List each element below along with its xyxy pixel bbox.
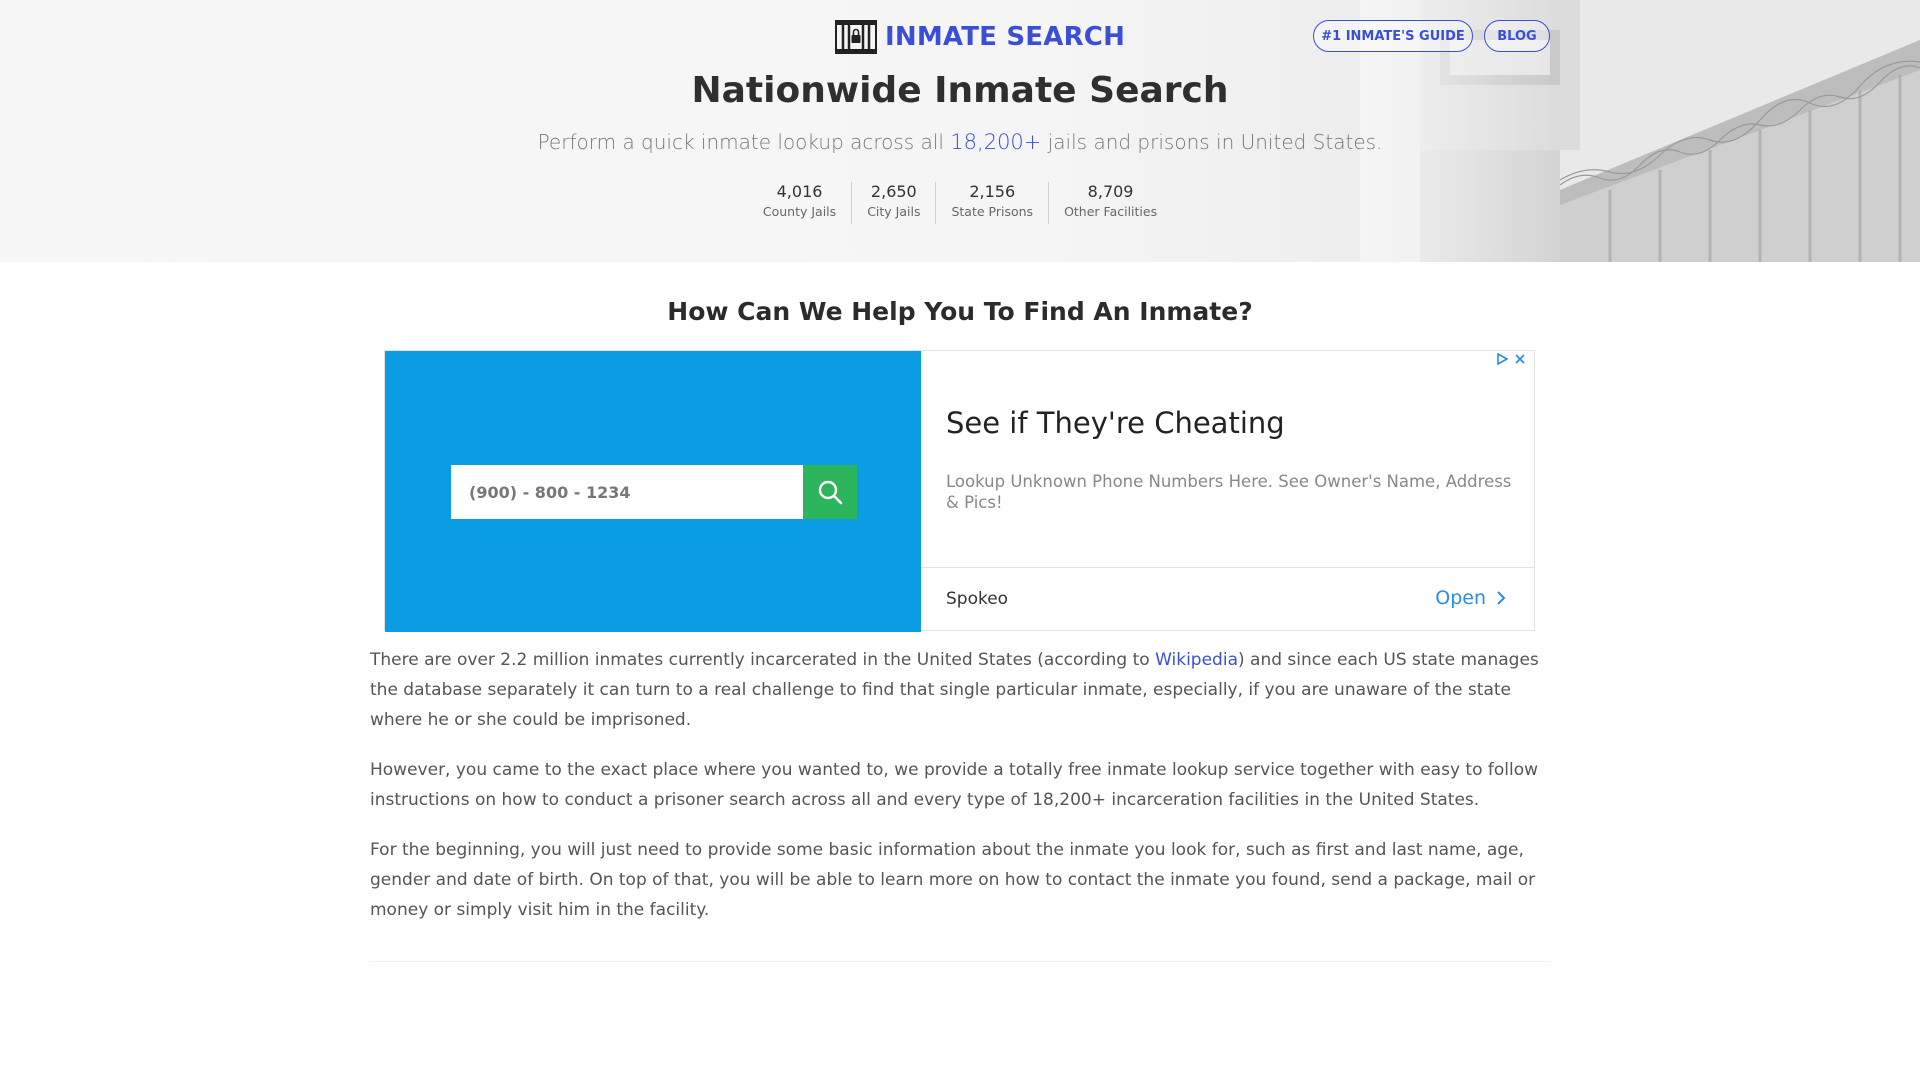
- prison-bars-icon: [835, 20, 877, 54]
- nav-inmates-guide-button[interactable]: #1 INMATE'S GUIDE: [1313, 20, 1473, 52]
- stat-city-jails: 2,650 City Jails: [852, 182, 937, 224]
- stat-label: City Jails: [867, 204, 921, 219]
- intro-content: There are over 2.2 million inmates curre…: [370, 645, 1550, 945]
- ad-choices[interactable]: [1496, 353, 1526, 365]
- facility-count-highlight: 18,200+: [950, 130, 1042, 154]
- chevron-right-icon: [1497, 591, 1506, 605]
- ad-open-label: Open: [1435, 587, 1486, 609]
- hero-subtitle: Perform a quick inmate lookup across all…: [0, 130, 1920, 154]
- paragraph: For the beginning, you will just need to…: [370, 840, 1536, 920]
- divider: [370, 961, 1550, 962]
- ad-body-text: Lookup Unknown Phone Numbers Here. See O…: [946, 472, 1512, 512]
- ad-image-panel[interactable]: (900) - 800 - 1234: [385, 351, 921, 632]
- stat-value: 4,016: [776, 182, 823, 201]
- stat-value: 2,650: [870, 182, 917, 201]
- close-icon[interactable]: [1514, 353, 1526, 365]
- hero-banner: INMATE SEARCH #1 INMATE'S GUIDE BLOG Nat…: [0, 0, 1920, 262]
- section-title: How Can We Help You To Find An Inmate?: [667, 297, 1253, 326]
- ad-advertiser-name: Spokeo: [946, 589, 1009, 609]
- ad-divider: [921, 567, 1534, 568]
- ad-phone-input[interactable]: (900) - 800 - 1234: [451, 465, 803, 519]
- nav-blog-button[interactable]: BLOG: [1484, 20, 1550, 52]
- subtitle-text: Perform a quick inmate lookup across all: [537, 130, 951, 154]
- paragraph: There are over 2.2 million inmates curre…: [370, 645, 1550, 735]
- subtitle-text-end: jails and prisons in United States.: [1041, 130, 1383, 154]
- page-title: Nationwide Inmate Search: [691, 70, 1229, 111]
- paragraph-text: There are over 2.2 million inmates curre…: [370, 650, 1156, 670]
- stat-label: State Prisons: [951, 204, 1034, 219]
- stat-state-prisons: 2,156 State Prisons: [936, 182, 1050, 224]
- advertisement[interactable]: (900) - 800 - 1234 See if They're Cheati…: [384, 350, 1535, 632]
- stat-other-facilities: 8,709 Other Facilities: [1049, 182, 1172, 224]
- ad-search-button[interactable]: [803, 465, 857, 519]
- stat-value: 8,709: [1087, 182, 1134, 201]
- paragraph: However, you came to the exact place whe…: [370, 760, 1539, 810]
- ad-choices-icon[interactable]: [1496, 353, 1508, 365]
- site-logo[interactable]: INMATE SEARCH: [835, 20, 1125, 54]
- stat-value: 2,156: [969, 182, 1016, 201]
- search-icon: [818, 480, 843, 505]
- stat-label: County Jails: [762, 204, 837, 219]
- logo-text: INMATE SEARCH: [885, 22, 1126, 52]
- wikipedia-link[interactable]: Wikipedia: [1155, 650, 1238, 670]
- stat-county-jails: 4,016 County Jails: [748, 182, 853, 224]
- ad-headline[interactable]: See if They're Cheating: [946, 406, 1285, 440]
- stat-label: Other Facilities: [1064, 204, 1158, 219]
- ad-open-button[interactable]: Open: [1435, 587, 1506, 609]
- facility-stats: 4,016 County Jails 2,650 City Jails 2,15…: [0, 182, 1920, 224]
